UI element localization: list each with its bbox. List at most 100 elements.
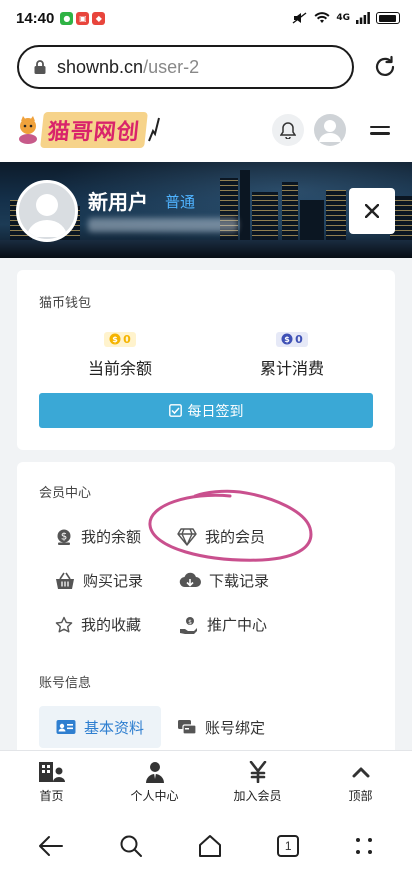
profile-banner: 新用户 普通 [0, 162, 412, 258]
profile-info-redacted [88, 218, 238, 232]
nav-label: 顶部 [348, 789, 373, 803]
menu-label: 下载记录 [209, 572, 270, 590]
app-notification-icon: ▣ [76, 11, 90, 25]
logo-text: 猫哥网创 [40, 112, 148, 148]
balance-badge: $ 0 [104, 331, 136, 347]
home-icon[interactable] [198, 834, 222, 858]
menu-label: 我的会员 [205, 528, 266, 546]
tabs-button[interactable]: 1 [277, 834, 300, 857]
wechat-icon: ● [60, 11, 74, 25]
site-bottom-nav: 首页 个人中心 加入会员 顶部 [0, 750, 412, 814]
lock-icon [34, 60, 46, 74]
nav-home[interactable]: 首页 [0, 751, 103, 814]
avatar-icon [319, 120, 341, 142]
user-avatar-button[interactable] [314, 114, 346, 146]
star-icon [55, 616, 73, 632]
svg-text:$: $ [112, 335, 118, 344]
spent-value: 0 [295, 332, 303, 346]
tab-label: 基本资料 [83, 718, 144, 737]
profile-avatar [16, 180, 78, 242]
battery-icon [376, 12, 400, 24]
spent-stat[interactable]: $ 0 累计消费 [207, 330, 377, 379]
id-card-icon [56, 720, 76, 734]
link-icon [178, 720, 197, 735]
shopping-app-icon: ◆ [92, 11, 106, 25]
more-dots-icon[interactable] [354, 836, 374, 856]
coin-icon: $ [109, 333, 121, 345]
wallet-card: 猫币钱包 $ 0 当前余额 $ 0 累计消费 每日签到 [17, 270, 395, 450]
system-nav-bar: 1 [0, 814, 412, 877]
tab-account-binding[interactable]: 账号绑定 [177, 706, 265, 748]
member-center-title: 会员中心 [39, 486, 92, 501]
wallet-title: 猫币钱包 [39, 296, 92, 311]
profile-level-badge: 普通 [165, 193, 196, 211]
reload-icon[interactable] [372, 54, 398, 80]
menu-label: 我的余额 [81, 528, 142, 546]
search-icon[interactable] [119, 834, 143, 858]
coin-icon: $ [281, 333, 293, 345]
user-tie-icon [145, 762, 164, 783]
nav-label: 个人中心 [130, 789, 179, 803]
svg-text:$: $ [284, 335, 290, 344]
tab-label: 账号绑定 [205, 718, 266, 737]
bell-icon [280, 122, 296, 139]
site-logo[interactable]: 猫哥网创 [16, 105, 160, 155]
tab-basic-info[interactable]: 基本资料 [39, 706, 161, 748]
site-header: 猫哥网创 [0, 98, 412, 162]
nav-join-membership[interactable]: 加入会员 [206, 751, 309, 814]
spent-label: 累计消费 [259, 359, 324, 378]
svg-text:$: $ [188, 618, 192, 625]
balance-label: 当前余额 [87, 359, 152, 378]
yen-icon [249, 761, 266, 783]
balance-value: 0 [123, 332, 131, 346]
status-bar: 14:40 ● ▣ ◆ 4G [0, 0, 412, 36]
menu-my-membership[interactable]: 我的会员 [177, 526, 265, 547]
balance-stat[interactable]: $ 0 当前余额 [35, 330, 205, 379]
menu-label: 购买记录 [83, 572, 144, 590]
nav-profile[interactable]: 个人中心 [103, 751, 206, 814]
menu-my-favorites[interactable]: 我的收藏 [55, 614, 141, 635]
chevron-up-icon [352, 767, 369, 778]
close-icon [365, 204, 379, 218]
signal-icon [356, 12, 370, 24]
menu-purchase-history[interactable]: 购买记录 [55, 570, 143, 591]
menu-my-balance[interactable]: $ 我的余额 [55, 526, 141, 547]
browser-url-bar: shownb.cn/user-2 [0, 36, 412, 98]
member-center-card: 会员中心 $ 我的余额 我的会员 购买记录 下载记录 我的收藏 $ 推广中心 账… [17, 462, 395, 762]
nav-label: 加入会员 [233, 789, 282, 803]
daily-sign-in-button[interactable]: 每日签到 [39, 393, 373, 428]
svg-text:$: $ [61, 531, 67, 542]
building-user-icon [38, 762, 65, 782]
hand-coin-icon: $ [180, 616, 197, 634]
cat-mascot-icon [19, 116, 37, 144]
cloud-download-icon [179, 572, 201, 587]
menu-promotion-center[interactable]: $ 推广中心 [179, 614, 267, 635]
url-path: /user-2 [143, 56, 200, 77]
menu-download-history[interactable]: 下载记录 [179, 570, 269, 591]
address-field[interactable]: shownb.cn/user-2 [17, 45, 354, 89]
mute-icon [292, 12, 307, 24]
notification-icons: ● ▣ ◆ [60, 11, 106, 25]
profile-username: 新用户 [88, 190, 148, 214]
notification-button[interactable] [272, 114, 304, 146]
basket-icon [56, 572, 74, 589]
checkbox-icon [168, 404, 182, 417]
nav-back-to-top[interactable]: 顶部 [309, 751, 412, 814]
logo-accent-icon [148, 117, 160, 142]
url-host: shownb.cn [57, 56, 144, 77]
account-info-title: 账号信息 [39, 676, 92, 691]
spent-badge: $ 0 [276, 331, 308, 347]
status-indicators: 4G [292, 12, 400, 24]
avatar-placeholder-icon [27, 194, 67, 237]
menu-label: 推广中心 [207, 616, 268, 634]
hamburger-menu-icon[interactable] [370, 122, 390, 139]
close-button[interactable] [349, 188, 395, 234]
wifi-icon [314, 12, 330, 23]
status-time: 14:40 [16, 9, 55, 27]
network-label: 4G [336, 13, 350, 23]
tab-count: 1 [284, 838, 292, 853]
back-arrow-icon[interactable] [38, 835, 64, 857]
sign-in-label: 每日签到 [187, 403, 244, 420]
menu-label: 我的收藏 [81, 616, 142, 634]
dollar-badge-icon: $ [57, 529, 71, 545]
